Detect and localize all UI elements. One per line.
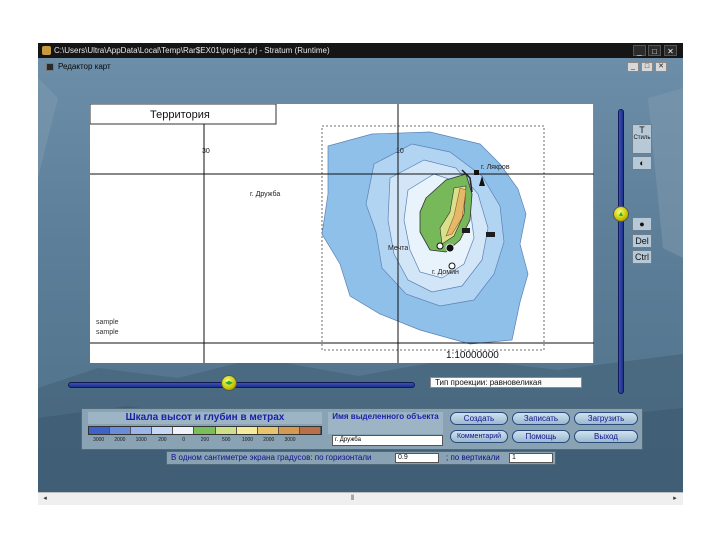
window-title: C:\Users\Ultra\AppData\Local\Temp\Rar$EX… [54,46,330,55]
help-button[interactable]: Помощь [512,430,570,443]
elevation-label: 2000 [263,437,275,443]
territory-label: Территория [150,109,210,121]
elevation-label: 500 [222,437,231,443]
grid-label-top-1: 30 [202,148,210,155]
editor-maximize-icon[interactable]: □ [641,62,653,72]
editor-titlebar: Редактор карт _ □ ✕ [40,61,681,73]
elevation-swatch [173,427,195,434]
create-button[interactable]: Создать [450,412,508,425]
style-tool-label: Стиль [633,135,651,141]
elevation-label [301,437,322,446]
minimize-icon[interactable]: _ [633,45,646,56]
scroll-right-icon[interactable]: ▸ [670,494,680,504]
city-marker-mechta[interactable] [436,242,444,250]
elevation-swatch [257,427,279,434]
sample-label-2: sample [96,329,119,336]
structure-marker-2[interactable] [486,232,495,237]
structure-marker[interactable] [462,228,470,233]
elevation-swatch [194,427,216,434]
city-marker-lyakrov[interactable] [474,170,479,175]
elevation-swatch [215,427,237,434]
city-label-druzhba[interactable]: г. Дружба [250,190,280,198]
editor-icon [46,63,54,71]
selected-object-field[interactable]: г. Дружба [332,435,443,446]
app-icon[interactable] [42,46,51,55]
elevation-swatch [110,427,132,434]
elevation-swatch [278,427,300,434]
elevation-label: 3000 [93,437,105,443]
selected-object-marker[interactable] [445,243,455,253]
comment-button[interactable]: Комментарий [450,430,508,443]
window-horizontal-scrollbar[interactable]: ◂ ⦀ ▸ [38,492,683,505]
elevation-label: 200 [200,437,210,443]
elevation-label: 1000 [241,437,254,443]
map-canvas[interactable]: Территория 30 10 г. Дружба г. Лякров Меч… [90,104,594,363]
elevation-scale-title: Шкала высот и глубин в метрах [88,412,322,424]
elevation-label: 0 [182,437,186,443]
degrees-vertical-field[interactable]: 1 [509,453,553,463]
grid-label-top-2: 10 [396,148,404,155]
text-tool-button[interactable]: T Стиль [632,124,652,154]
close-icon[interactable]: ✕ [664,45,677,56]
selected-object-title: Имя выделенного объекта [328,412,443,434]
record-button[interactable]: Записать [512,412,570,425]
city-label-domin[interactable]: г. Домин [432,269,459,276]
elevation-label: 2000 [114,437,126,443]
delete-tool-button[interactable]: Del [632,234,652,248]
elevation-swatch [131,427,153,434]
elevation-swatch [236,427,258,434]
city-label-mechta[interactable]: Мечта [388,245,408,252]
vertical-pan-slider[interactable] [618,109,624,394]
degrees-vertical-label: ; по вертикали [446,453,500,462]
editor-close-icon[interactable]: ✕ [655,62,667,72]
scroll-grip-icon[interactable]: ⦀ [351,495,354,503]
elevation-label: 1000 [135,437,147,443]
ctrl-tool-button[interactable]: Ctrl [632,250,652,264]
horizontal-pan-slider[interactable] [68,382,415,388]
elevation-color-scale [88,426,322,435]
sphere-tool-button[interactable]: ● [632,217,652,231]
map-scale: 1:10000000 [446,350,499,361]
editor-minimize-icon[interactable]: _ [627,62,639,72]
elevation-label: 200 [158,437,167,443]
projection-type-field: Тип проекции: равновеликая [430,377,582,388]
load-button[interactable]: Загрузить [574,412,638,425]
degrees-horizontal-field[interactable]: 0.9 [395,453,439,463]
degrees-horizontal-label: В одном сантиметре экрана градусов: по г… [171,453,372,462]
maximize-icon[interactable]: □ [648,45,661,56]
horizontal-slider-thumb[interactable]: ◂▸ [221,375,237,391]
elevation-swatch [89,427,111,434]
elevation-swatch [152,427,174,434]
exit-button[interactable]: Выход [574,430,638,443]
vertical-slider-thumb[interactable]: ▴ [613,206,629,222]
application-window: C:\Users\Ultra\AppData\Local\Temp\Rar$EX… [38,43,683,505]
editor-title: Редактор карт [58,62,111,71]
elevation-swatch [299,427,322,434]
degrees-per-cm-row: В одном сантиметре экрана градусов: по г… [166,451,556,465]
elevation-scale-labels: 3000 2000 1000 200 0 200 500 1000 2000 3000 [88,437,322,446]
workspace: Редактор карт _ □ ✕ Территория 30 10 г. … [38,58,683,492]
sample-label-1: sample [96,319,119,326]
city-label-lyakrov[interactable]: г. Лякров [481,164,510,171]
elevation-label: 3000 [284,437,296,443]
text-tool-label: T [639,125,645,135]
contrast-tool-button[interactable]: ◐ [632,156,652,170]
window-titlebar: C:\Users\Ultra\AppData\Local\Temp\Rar$EX… [38,43,683,58]
scroll-left-icon[interactable]: ◂ [40,494,50,504]
map-editor-window: Редактор карт _ □ ✕ Территория 30 10 г. … [40,61,681,492]
